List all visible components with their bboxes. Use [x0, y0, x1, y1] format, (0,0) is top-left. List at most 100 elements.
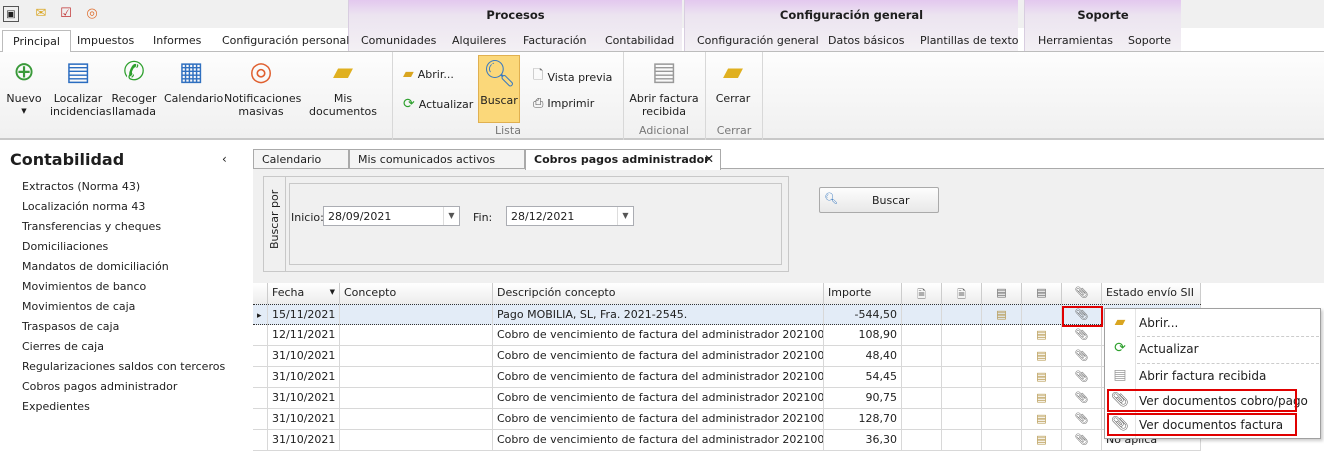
cell-icon[interactable] — [982, 430, 1022, 451]
cell-importe[interactable]: -544,50 — [824, 305, 902, 326]
cell-icon[interactable] — [982, 409, 1022, 430]
cell-fecha[interactable]: 31/10/2021 — [268, 346, 340, 367]
invoice-coins-icon[interactable]: ▤ — [1026, 433, 1057, 446]
menu-item-actualizar[interactable]: ⟳ Actualizar — [1105, 337, 1320, 361]
cell-fecha[interactable]: 31/10/2021 — [268, 367, 340, 388]
tab-configuracion-general[interactable]: Configuración general — [697, 34, 819, 47]
sidebar-item[interactable]: Expedientes — [22, 400, 90, 413]
cell-descripcion[interactable]: Cobro de vencimiento de factura del admi… — [493, 367, 824, 388]
paperclip-icon[interactable]: 📎︎ — [1066, 391, 1097, 404]
cell-fecha[interactable]: 15/11/2021 — [268, 305, 340, 326]
abrir-button[interactable]: ▰ Abrir... — [403, 66, 454, 82]
cell-importe[interactable]: 36,30 — [824, 430, 902, 451]
cell-descripcion[interactable]: Cobro de vencimiento de factura del admi… — [493, 325, 824, 346]
column-header[interactable]: 🗎 — [942, 283, 982, 304]
sidebar-item[interactable]: Localización norma 43 — [22, 200, 145, 213]
cell-icon[interactable] — [942, 430, 982, 451]
sidebar-item[interactable]: Domiciliaciones — [22, 240, 108, 253]
tab-comunidades[interactable]: Comunidades — [361, 34, 436, 47]
tab-datos-basicos[interactable]: Datos básicos — [828, 34, 905, 47]
tab-alquileres[interactable]: Alquileres — [452, 34, 506, 47]
cell-icon[interactable] — [902, 346, 942, 367]
invoice-coins-icon[interactable]: ▤ — [1026, 328, 1057, 341]
column-header[interactable]: Descripción concepto — [493, 283, 824, 304]
cell-icon[interactable]: 📎︎ — [1062, 367, 1102, 388]
broadcast-icon[interactable]: ◎ — [84, 6, 100, 22]
clipboard-check-icon[interactable]: ☑ — [58, 6, 74, 22]
vista-previa-button[interactable]: 🗋 Vista previa — [533, 66, 612, 88]
column-header[interactable]: 📎︎ — [1062, 283, 1102, 304]
cell-importe[interactable]: 128,70 — [824, 409, 902, 430]
table-row[interactable]: 31/10/2021 Cobro de vencimiento de factur… — [253, 409, 1201, 430]
chevron-left-icon[interactable]: ‹ — [222, 152, 227, 166]
buscar-search-button[interactable]: 🔍︎ Buscar — [819, 187, 939, 213]
sidebar-item[interactable]: Regularizaciones saldos con terceros — [22, 360, 225, 373]
cell-fecha[interactable]: 31/10/2021 — [268, 409, 340, 430]
cell-fecha[interactable]: 31/10/2021 — [268, 388, 340, 409]
cell-fecha[interactable]: 12/11/2021 — [268, 325, 340, 346]
menu-item-abrir-factura[interactable]: ▤ Abrir factura recibida — [1105, 364, 1320, 388]
table-row[interactable]: 31/10/2021 Cobro de vencimiento de factur… — [253, 430, 1201, 451]
cell-icon[interactable]: ▤ — [1022, 409, 1062, 430]
sidebar-item[interactable]: Mandatos de domiciliación — [22, 260, 169, 273]
cell-icon[interactable] — [1022, 305, 1062, 326]
cell-concepto[interactable] — [340, 325, 493, 346]
cell-icon[interactable]: ▤ — [1022, 367, 1062, 388]
cell-icon[interactable] — [942, 409, 982, 430]
cell-icon[interactable]: ▤ — [1022, 388, 1062, 409]
table-row[interactable]: 31/10/2021 Cobro de vencimiento de factur… — [253, 388, 1201, 409]
actualizar-button[interactable]: ⟳ Actualizar — [403, 96, 473, 112]
cell-icon[interactable] — [982, 367, 1022, 388]
buscar-button[interactable]: 🔍︎ Buscar — [478, 55, 520, 123]
inicio-date-input[interactable]: 28/09/2021 ▼ — [323, 206, 460, 226]
sidebar-item[interactable]: Movimientos de caja — [22, 300, 135, 313]
sidebar-item[interactable]: Cierres de caja — [22, 340, 104, 353]
fin-date-input[interactable]: 28/12/2021 ▼ — [506, 206, 634, 226]
cell-icon[interactable] — [902, 367, 942, 388]
abrir-factura-recibida-button[interactable]: ▤ Abrir factura recibida — [628, 52, 700, 118]
mail-icon[interactable]: ✉ — [33, 6, 49, 22]
column-header[interactable]: ▤ — [982, 283, 1022, 304]
notificaciones-masivas-button[interactable]: ◎ Notificaciones masivas — [224, 52, 301, 118]
tab-configuracion-personal[interactable]: Configuración personal — [222, 34, 349, 47]
mis-documentos-button[interactable]: ▰ Mis documentos — [302, 52, 384, 118]
doc-tab-calendario[interactable]: Calendario — [253, 149, 349, 169]
sidebar-item[interactable]: Extractos (Norma 43) — [22, 180, 140, 193]
cell-icon[interactable] — [942, 367, 982, 388]
column-header[interactable]: Importe — [824, 283, 902, 304]
sidebar-item[interactable]: Transferencias y cheques — [22, 220, 161, 233]
cell-icon[interactable] — [902, 409, 942, 430]
menu-item-abrir[interactable]: ▰ Abrir... — [1105, 311, 1320, 335]
cell-icon[interactable] — [942, 346, 982, 367]
cell-importe[interactable]: 108,90 — [824, 325, 902, 346]
paperclip-icon[interactable]: 📎︎ — [1066, 412, 1097, 425]
cell-descripcion[interactable]: Pago MOBILIA, SL, Fra. 2021-2545. — [493, 305, 824, 326]
cell-importe[interactable]: 54,45 — [824, 367, 902, 388]
sidebar-item[interactable]: Traspasos de caja — [22, 320, 119, 333]
tab-facturacion[interactable]: Facturación — [523, 34, 586, 47]
cell-icon[interactable] — [982, 388, 1022, 409]
recoger-llamada-button[interactable]: ✆ Recoger llamada — [110, 52, 158, 118]
column-header[interactable]: 🗎 — [902, 283, 942, 304]
table-row[interactable]: 31/10/2021 Cobro de vencimiento de factur… — [253, 367, 1201, 388]
imprimir-button[interactable]: ⎙ Imprimir — [533, 96, 594, 111]
chevron-down-icon[interactable]: ▼ — [443, 207, 459, 225]
app-icon[interactable]: ▣ — [3, 6, 19, 22]
paperclip-icon[interactable]: 📎︎ — [1066, 328, 1097, 341]
paperclip-icon[interactable]: 📎︎ — [1066, 349, 1097, 362]
cell-descripcion[interactable]: Cobro de vencimiento de factura del admi… — [493, 346, 824, 367]
cell-icon[interactable] — [942, 325, 982, 346]
cell-icon[interactable]: ▤ — [1022, 430, 1062, 451]
cell-icon[interactable]: ▤ — [982, 305, 1022, 326]
cell-concepto[interactable] — [340, 409, 493, 430]
cell-icon[interactable]: ▤ — [1022, 346, 1062, 367]
cell-icon[interactable] — [902, 430, 942, 451]
cell-concepto[interactable] — [340, 430, 493, 451]
sort-desc-icon[interactable]: ▼ — [330, 288, 335, 296]
table-row[interactable]: 31/10/2021 Cobro de vencimiento de factur… — [253, 346, 1201, 367]
cell-icon[interactable] — [942, 388, 982, 409]
cell-descripcion[interactable]: Cobro de vencimiento de factura del admi… — [493, 388, 824, 409]
cell-importe[interactable]: 90,75 — [824, 388, 902, 409]
cell-icon[interactable] — [942, 305, 982, 326]
cell-icon[interactable] — [982, 325, 1022, 346]
